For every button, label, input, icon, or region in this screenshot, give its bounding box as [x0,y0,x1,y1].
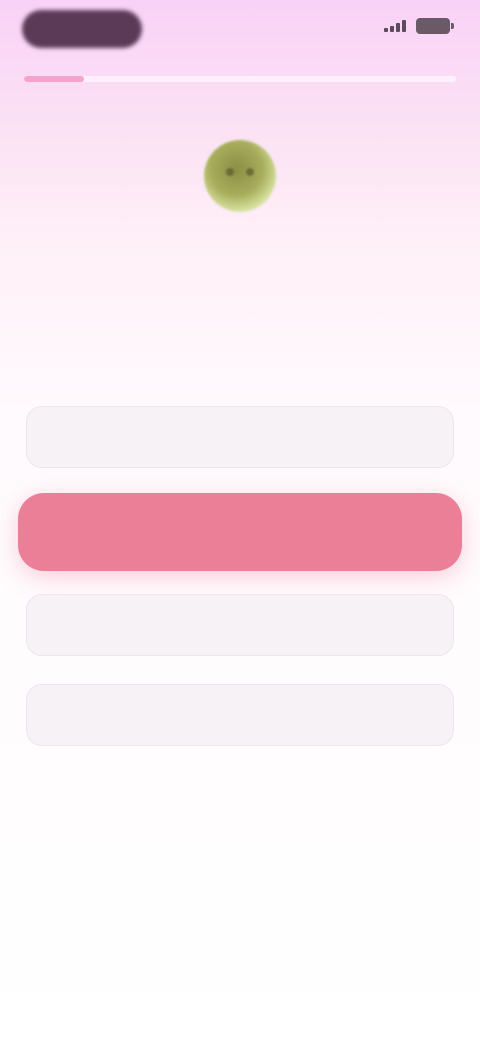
status-bar [0,0,480,62]
status-indicators [384,18,454,34]
status-center-text [200,12,280,32]
dynamic-island [22,10,142,48]
signal-icon [384,20,410,32]
answer-option-1[interactable] [26,406,454,468]
mascot-avatar [204,140,276,212]
mascot-eye-left [226,168,234,176]
battery-icon [416,18,454,34]
answer-option-4[interactable] [26,684,454,746]
progress-fill [24,76,85,82]
answer-option-2-selected[interactable] [18,493,462,571]
mascot-eye-right [246,168,254,176]
progress-bar [24,76,456,82]
answer-option-3[interactable] [26,594,454,656]
